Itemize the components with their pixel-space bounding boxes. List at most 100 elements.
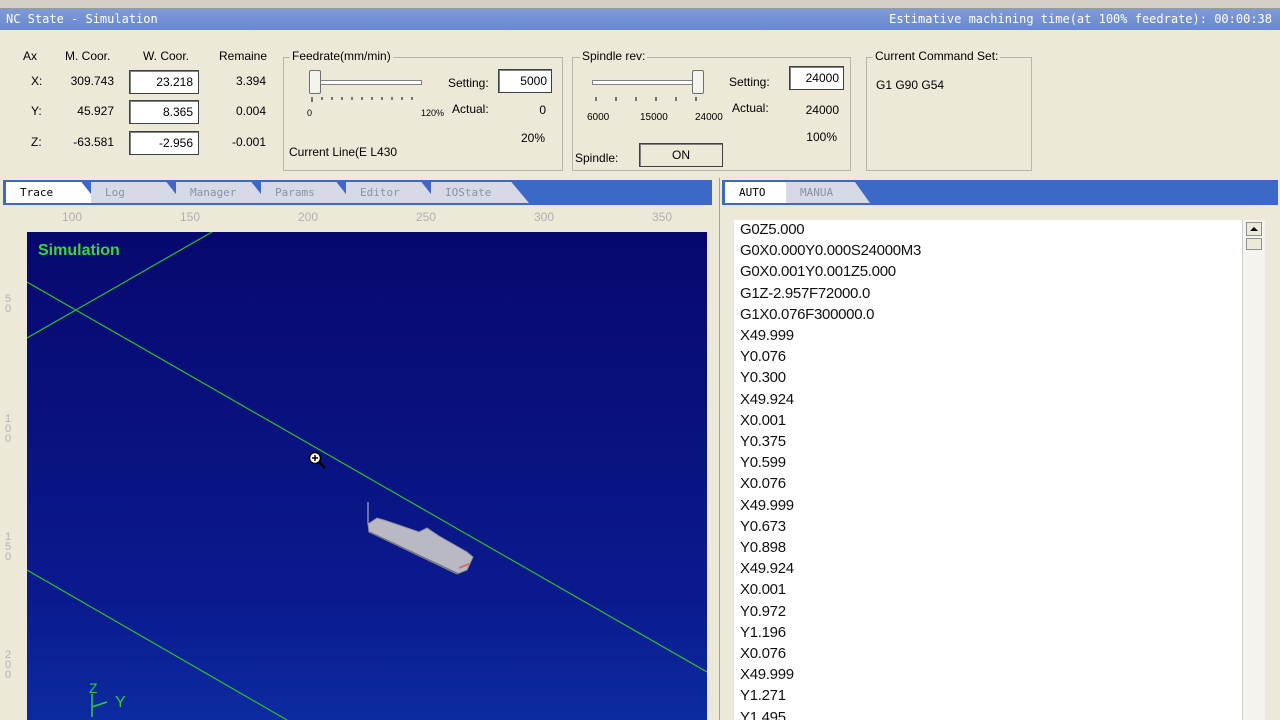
- ruler-v-label: 150: [5, 531, 12, 563]
- simulation-scene: [27, 232, 707, 720]
- tab-params[interactable]: Params: [261, 182, 353, 203]
- horizontal-ruler: 100 150 200 250 300 350: [3, 205, 712, 232]
- tab-editor[interactable]: Editor: [346, 182, 438, 203]
- header-machine-coord: M. Coor.: [65, 49, 111, 63]
- vertical-ruler: 50 100 150 200: [3, 232, 27, 720]
- spindle-slider-track[interactable]: [592, 80, 702, 85]
- gcode-line[interactable]: X0.001: [740, 412, 786, 429]
- gcode-line[interactable]: X49.999: [740, 666, 794, 683]
- simulation-viewport[interactable]: Simulation Z Y: [27, 232, 707, 720]
- scroll-thumb[interactable]: [1246, 238, 1262, 250]
- axis-indicator: [91, 694, 108, 717]
- gcode-line[interactable]: X0.076: [740, 645, 786, 662]
- spindle-percent: 100%: [806, 130, 837, 144]
- ruler-h-label: 150: [180, 210, 201, 224]
- gcode-line[interactable]: X49.924: [740, 391, 794, 408]
- feedrate-slider-track[interactable]: [312, 80, 422, 85]
- gcode-line[interactable]: Y0.898: [740, 539, 786, 556]
- axis-x-label: X:: [31, 74, 43, 88]
- machining-time: Estimative machining time(at 100% feedra…: [889, 12, 1272, 26]
- z-remain-value: -0.001: [231, 135, 266, 149]
- gcode-line[interactable]: Y0.599: [740, 454, 786, 471]
- gcode-line[interactable]: Y1.495: [740, 709, 786, 720]
- axis-z-letter: Z: [89, 680, 98, 696]
- feedrate-title: Feedrate(mm/min): [290, 49, 393, 63]
- gcode-scrollbar[interactable]: [1242, 220, 1265, 720]
- ruler-h-label: 250: [416, 210, 437, 224]
- window-title: NC State - Simulation: [6, 12, 158, 26]
- y-machine-value: 45.927: [77, 104, 114, 118]
- command-set-title: Current Command Set:: [873, 49, 1001, 63]
- header-remain: Remaine: [219, 49, 268, 63]
- ruler-v-label: 50: [5, 293, 12, 315]
- gcode-line[interactable]: X0.076: [740, 475, 786, 492]
- tab-trace[interactable]: Trace: [6, 182, 98, 203]
- gcode-line[interactable]: X49.999: [740, 327, 794, 344]
- spindle-actual-value: 24000: [805, 103, 839, 117]
- gcode-line[interactable]: Y0.375: [740, 433, 786, 450]
- arrow-up-icon: [1250, 227, 1258, 231]
- gcode-line[interactable]: X49.999: [740, 497, 794, 514]
- simulation-label: Simulation: [38, 242, 120, 259]
- gcode-line[interactable]: X49.924: [740, 560, 794, 577]
- feedrate-setting-label: Setting:: [448, 76, 489, 90]
- spindle-slider-thumb[interactable]: [692, 70, 704, 94]
- command-set-value: G1 G90 G54: [876, 78, 945, 92]
- axis-z-label: Z:: [31, 135, 42, 149]
- gcode-line[interactable]: Y0.300: [740, 369, 786, 386]
- tab-log[interactable]: Log: [91, 182, 183, 203]
- gcode-line[interactable]: Y0.673: [740, 518, 786, 535]
- gcode-line[interactable]: G0Z5.000: [740, 221, 805, 238]
- tab-iostate[interactable]: IOState: [431, 182, 529, 203]
- spindle-tick-6000: 6000: [587, 112, 610, 123]
- gcode-line[interactable]: Y0.076: [740, 348, 786, 365]
- gcode-line[interactable]: G1Z-2.957F72000.0: [740, 285, 870, 302]
- workpiece-model: [367, 502, 474, 575]
- gcode-line[interactable]: Y0.972: [740, 603, 786, 620]
- spindle-setting-value[interactable]: 24000: [789, 66, 844, 90]
- ruler-h-label: 200: [298, 210, 319, 224]
- scroll-up-button[interactable]: [1246, 222, 1262, 236]
- title-bar: NC State - Simulation Estimative machini…: [0, 9, 1280, 30]
- feedrate-actual-value: 0: [539, 103, 546, 117]
- x-work-value: 23.218: [129, 70, 199, 94]
- top-window-strip: [0, 0, 1280, 9]
- feedrate-actual-label: Actual:: [452, 102, 489, 116]
- left-tab-bar: Trace Log Manager Params Editor IOState: [3, 180, 712, 205]
- x-machine-value: 309.743: [70, 74, 114, 88]
- tab-manager[interactable]: Manager: [176, 182, 268, 203]
- command-set-group: [866, 57, 1032, 171]
- gcode-list[interactable]: G0Z5.000 G0X0.000Y0.000S24000M3 G0X0.001Y0…: [734, 220, 1242, 720]
- axis-y-label: Y:: [31, 104, 42, 118]
- zoom-in-icon: [308, 451, 326, 469]
- spindle-tick-24000: 24000: [695, 112, 723, 123]
- x-remain-value: 3.394: [235, 74, 266, 88]
- gcode-line[interactable]: Y1.271: [740, 687, 786, 704]
- feedrate-max-label: 120%: [421, 108, 445, 118]
- gcode-line[interactable]: G0X0.001Y0.001Z5.000: [740, 263, 896, 280]
- ruler-h-label: 100: [62, 210, 83, 224]
- feedrate-percent: 20%: [520, 131, 545, 145]
- z-machine-value: -63.581: [73, 135, 114, 149]
- feedrate-slider-thumb[interactable]: [309, 70, 321, 94]
- spindle-state[interactable]: ON: [639, 143, 723, 167]
- header-work-coord: W. Coor.: [143, 49, 190, 63]
- z-work-value: -2.956: [129, 131, 199, 155]
- spindle-tick-15000: 15000: [640, 112, 668, 123]
- gcode-line[interactable]: G1X0.076F300000.0: [740, 306, 874, 323]
- ruler-v-label: 100: [5, 413, 12, 445]
- gcode-line[interactable]: X0.001: [740, 581, 786, 598]
- gcode-line[interactable]: Y1.196: [740, 624, 786, 641]
- spindle-setting-label: Setting:: [729, 75, 770, 89]
- ruler-h-label: 300: [534, 210, 555, 224]
- ruler-h-label: 350: [652, 210, 673, 224]
- feedrate-setting-value[interactable]: 5000: [498, 69, 552, 93]
- ruler-v-label: 200: [5, 649, 12, 681]
- current-line: Current Line(E L430: [289, 145, 398, 159]
- tab-manual[interactable]: MANUA: [786, 182, 870, 203]
- axis-y-letter: Y: [115, 694, 126, 711]
- right-tab-bar: AUTO MANUA: [722, 180, 1278, 205]
- spindle-actual-label: Actual:: [732, 101, 769, 115]
- gcode-line[interactable]: G0X0.000Y0.000S24000M3: [740, 242, 921, 259]
- spindle-slider-ticks: [595, 97, 697, 101]
